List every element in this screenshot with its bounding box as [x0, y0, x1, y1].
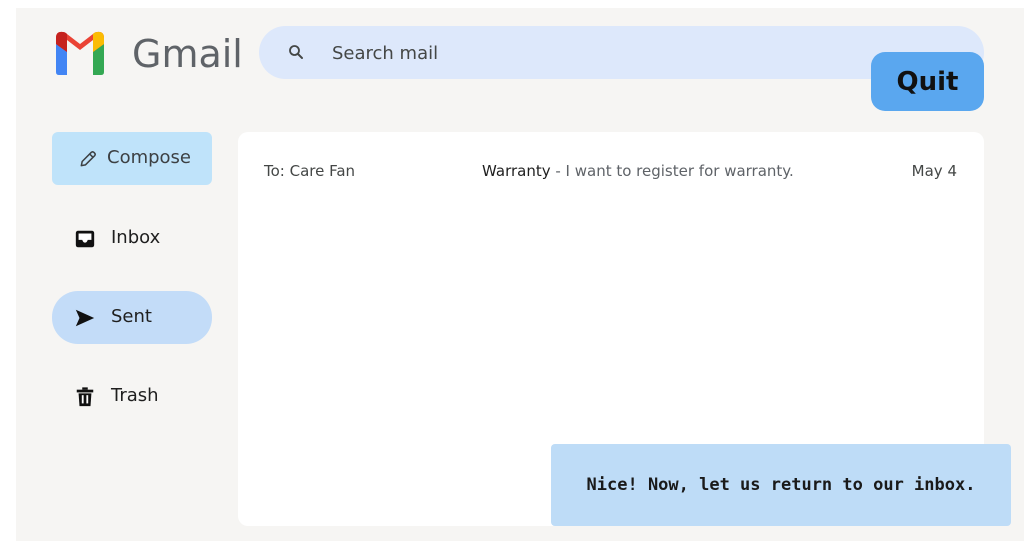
compose-label: Compose	[107, 147, 192, 168]
trash-icon	[76, 387, 94, 407]
pencil-icon	[80, 151, 96, 167]
mail-separator: -	[550, 162, 566, 180]
mail-recipient: To: Care Fan	[264, 162, 356, 180]
brand-title: Gmail	[132, 32, 243, 76]
send-icon	[75, 309, 95, 327]
sidebar-item-label: Sent	[111, 306, 152, 327]
mail-snippet: I want to register for warranty.	[565, 162, 794, 180]
inbox-icon	[75, 230, 95, 248]
mail-subject-line: Warranty - I want to register for warran…	[482, 162, 794, 180]
mail-date: May 4	[911, 162, 957, 180]
sidebar-item-inbox[interactable]: Inbox	[52, 212, 212, 265]
search-input[interactable]	[332, 40, 872, 66]
mail-row[interactable]: To: Care Fan Warranty - I want to regist…	[238, 150, 984, 192]
sidebar-item-sent[interactable]: Sent	[52, 291, 212, 344]
gmail-logo-icon	[56, 31, 104, 75]
quit-button[interactable]: Quit	[871, 52, 984, 111]
search-icon[interactable]	[287, 43, 305, 61]
tutorial-tooltip: Nice! Now, let us return to our inbox.	[551, 444, 1011, 526]
sidebar-item-label: Trash	[111, 385, 159, 406]
sidebar-item-trash[interactable]: Trash	[52, 370, 212, 423]
tooltip-text: Nice! Now, let us return to our inbox.	[586, 475, 976, 495]
mail-subject: Warranty	[482, 162, 551, 180]
sidebar-item-label: Inbox	[111, 227, 161, 248]
compose-button[interactable]: Compose	[52, 132, 212, 185]
